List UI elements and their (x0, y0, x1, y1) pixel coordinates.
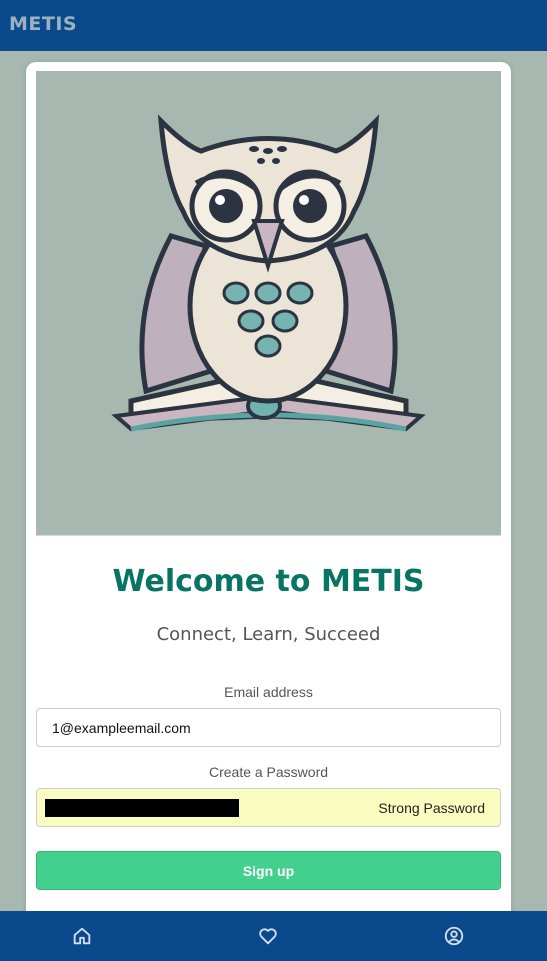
signup-card: Welcome to METIS Connect, Learn, Succeed… (26, 62, 511, 942)
hero-image (36, 71, 501, 536)
signup-button[interactable]: Sign up (36, 851, 501, 890)
password-label: Create a Password (208, 764, 329, 780)
email-input[interactable] (36, 708, 501, 747)
user-circle-icon (444, 926, 464, 946)
password-redaction (45, 799, 239, 817)
home-nav-button[interactable] (71, 925, 93, 947)
email-label: Email address (224, 684, 313, 700)
profile-nav-button[interactable] (443, 925, 465, 947)
bottom-navbar (0, 911, 547, 961)
page-title: Welcome to METIS (112, 564, 425, 599)
heart-icon (259, 928, 277, 945)
brand-logo-text[interactable]: METIS (9, 13, 77, 35)
owl-reading-book-illustration (111, 114, 426, 432)
password-input[interactable]: Strong Password (36, 788, 501, 827)
favorites-nav-button[interactable] (257, 925, 279, 947)
page-subtitle: Connect, Learn, Succeed (156, 624, 381, 645)
home-icon (73, 927, 91, 945)
top-navbar: METIS (0, 0, 547, 51)
password-strength-indicator: Strong Password (378, 800, 485, 816)
